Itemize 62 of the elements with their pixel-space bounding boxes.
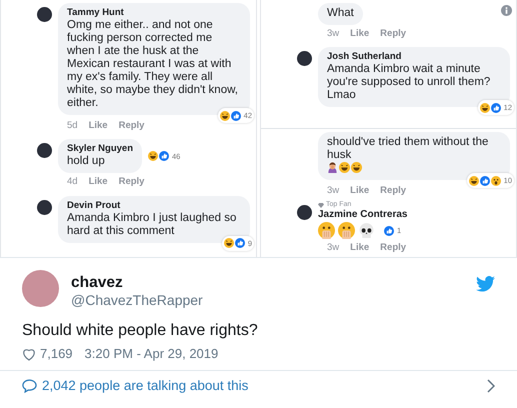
thumbs-up-icon [234,238,245,248]
reply-link[interactable]: Reply [380,241,406,256]
like-link[interactable]: Like [350,27,370,42]
hand-over-mouth-emoji-icon [338,222,355,240]
thumbs-up-icon [159,151,169,162]
comment-text: should've tried them without the husk [327,136,490,162]
skull-icon [358,222,375,240]
comment-author[interactable]: Josh Sutherland [327,51,501,64]
tweet-author-handle[interactable]: @ChavezTheRapper [71,292,203,309]
avatar [37,143,52,158]
reply-link[interactable]: Reply [118,175,144,190]
like-link[interactable]: Like [350,241,370,256]
avatar [297,205,312,220]
profile-avatar[interactable] [22,270,59,307]
comment-author[interactable]: Tammy Hunt [67,7,241,19]
speech-bubble-icon [22,378,37,392]
talking-link[interactable]: 2,042 people are talking about this [42,377,248,394]
info-icon[interactable] [501,5,512,16]
comment-text: Omg me either.. and not one fucking person corrected me when I ate the husk at the Mexican restaurant I was at with my ex's family. They were all white, so maybe they didn't know, either. [67,19,238,109]
thumbs-up-icon [490,102,501,113]
chevron-right-icon[interactable] [487,378,495,392]
thumbs-up-icon [230,110,241,120]
comment-time: 3w [327,184,340,198]
tweet-text: Should white people have rights? [22,321,259,341]
avatar [37,7,52,22]
comment-text: What [327,7,354,19]
like-link[interactable]: Like [88,119,108,134]
tweet-author-name[interactable]: chavez [71,273,203,292]
comment-time: 3w [327,27,340,41]
like-count: 7,169 [40,346,73,362]
tweet-timestamp[interactable]: 3:20 PM - Apr 29, 2019 [84,346,218,362]
laughing-emoji-icon [224,238,234,248]
hand-over-mouth-emoji-icon [318,222,335,240]
avatar [37,200,52,214]
reply-link[interactable]: Reply [118,119,144,134]
comment-text: Amanda Kimbro wait a minute you're supposed to unroll them? Lmao [327,63,490,102]
thumbs-up-icon [384,226,394,236]
surprised-emoji-icon [490,176,501,186]
diamond-icon [318,202,324,208]
laughing-emoji-icon [351,162,362,173]
laughing-emoji-icon [220,110,230,120]
laughing-emoji-icon [480,102,490,113]
facepalm-emoji-icon [327,162,338,173]
avatar [297,51,312,66]
comment-author[interactable]: Devin Prout [67,200,241,212]
comment-time: 4d [67,175,78,190]
reply-link[interactable]: Reply [380,184,406,198]
comment-time: 5d [67,119,78,133]
reply-link[interactable]: Reply [380,27,406,42]
heart-icon[interactable] [22,348,36,360]
like-link[interactable]: Like [350,184,370,198]
comment-author[interactable]: Jazmine Contreras [318,209,510,222]
laughing-emoji-icon [468,176,479,186]
comment-text: Amanda Kimbro I just laughed so hard at this comment [67,212,236,236]
laughing-emoji-icon [148,151,158,162]
thumbs-up-icon [480,176,490,186]
comment-author[interactable]: Skyler Nguyen [67,143,133,156]
like-link[interactable]: Like [88,175,108,190]
comment-text: hold up [67,155,105,168]
bird-icon[interactable] [476,276,495,292]
laughing-emoji-icon [339,162,350,173]
comment-time: 3w [327,241,340,256]
